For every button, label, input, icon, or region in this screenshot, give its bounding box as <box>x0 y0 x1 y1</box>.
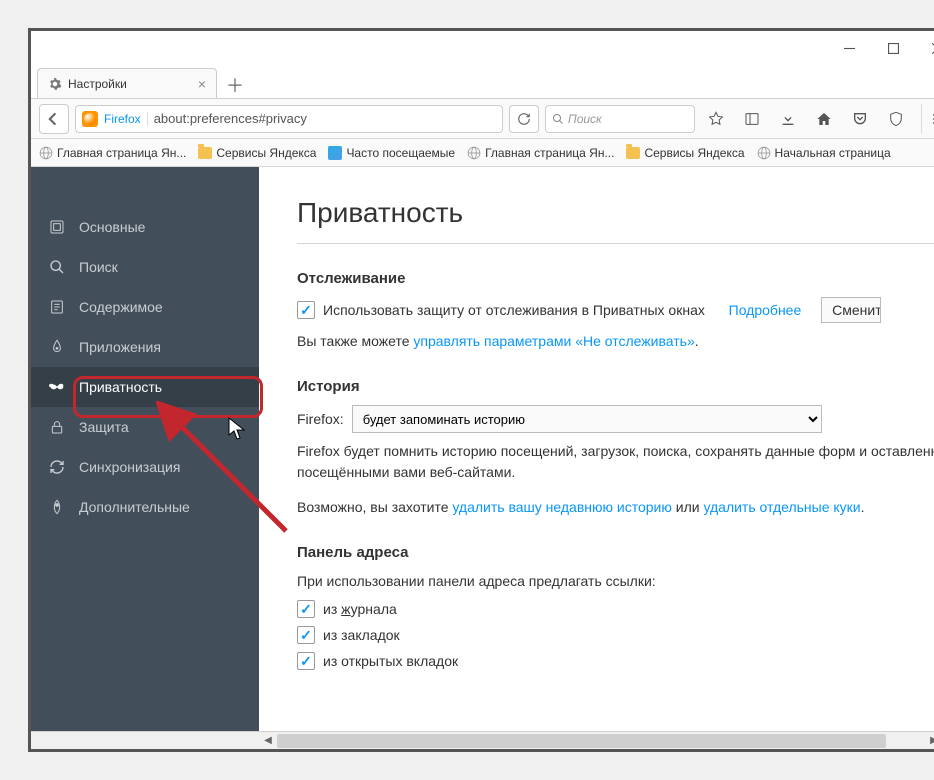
firefox-badge-icon <box>82 111 98 127</box>
history-mode-label: Firefox: <box>297 411 344 427</box>
history-section: История Firefox: будет запоминать истори… <box>297 378 934 518</box>
browser-window: Настройки × ＋ Firefox about:preferences#… <box>28 28 934 752</box>
cursor-icon <box>228 417 248 443</box>
tab-title: Настройки <box>68 77 127 91</box>
dnt-settings-link[interactable]: управлять параметрами «Не отслеживать» <box>413 333 694 349</box>
globe-icon <box>467 146 481 160</box>
nav-toolbar: Firefox about:preferences#privacy Поиск <box>31 99 934 139</box>
bookmarks-bar: Главная страница Ян... Сервисы Яндекса Ч… <box>31 139 934 167</box>
pocket-icon[interactable] <box>845 104 875 134</box>
home-icon[interactable] <box>809 104 839 134</box>
sidebar-item-general[interactable]: Основные <box>31 207 259 247</box>
sidebar-item-privacy[interactable]: Приватность <box>31 367 259 407</box>
scroll-left-icon[interactable]: ◀ <box>259 732 277 750</box>
maximize-button[interactable] <box>871 33 915 63</box>
suggest-history-checkbox[interactable]: ✓ <box>297 600 315 618</box>
scroll-right-icon[interactable]: ▶ <box>925 732 934 750</box>
clear-recent-history-link[interactable]: удалить вашу недавнюю историю <box>452 499 671 515</box>
suggest-history-label: из журнала <box>323 601 397 617</box>
menu-button[interactable] <box>921 104 934 134</box>
sidebar-item-security[interactable]: Защита <box>31 407 259 447</box>
url-bar[interactable]: Firefox about:preferences#privacy <box>75 105 503 133</box>
page-title: Приватность <box>297 197 934 244</box>
bookmark-item[interactable]: Часто посещаемые <box>328 146 455 160</box>
reload-button[interactable] <box>509 105 539 133</box>
minimize-button[interactable] <box>827 33 871 63</box>
bookmark-item[interactable]: Главная страница Ян... <box>39 146 186 160</box>
gear-icon <box>48 77 62 91</box>
content-area: Основные Поиск Содержимое Приложения При… <box>31 167 934 731</box>
bookmark-item[interactable]: Главная страница Ян... <box>467 146 614 160</box>
bookmark-item[interactable]: Начальная страница <box>757 146 891 160</box>
history-description: Firefox будет помнить историю посещений,… <box>297 441 934 483</box>
tab-close-icon[interactable]: × <box>198 76 206 92</box>
globe-icon <box>39 146 53 160</box>
horizontal-scrollbar[interactable]: ◀ ▶ <box>31 731 934 749</box>
suggest-bookmarks-checkbox[interactable]: ✓ <box>297 626 315 644</box>
sidebar-item-applications[interactable]: Приложения <box>31 327 259 367</box>
topsites-icon <box>328 146 342 160</box>
folder-icon <box>626 147 640 159</box>
preferences-sidebar: Основные Поиск Содержимое Приложения При… <box>31 167 259 731</box>
titlebar <box>31 31 934 65</box>
folder-icon <box>198 147 212 159</box>
search-box[interactable]: Поиск <box>545 105 695 133</box>
remove-cookies-link[interactable]: удалить отдельные куки <box>703 499 860 515</box>
url-text: about:preferences#privacy <box>154 111 496 126</box>
suggest-opentabs-label: из открытых вкладок <box>323 653 458 669</box>
history-heading: История <box>297 378 934 395</box>
tracking-section: Отслеживание ✓ Использовать защиту от от… <box>297 270 934 352</box>
suggest-bookmarks-label: из закладок <box>323 627 400 643</box>
tracking-protection-checkbox[interactable]: ✓ <box>297 301 315 319</box>
identity-label: Firefox <box>104 112 148 126</box>
sidebar-item-advanced[interactable]: Дополнительные <box>31 487 259 527</box>
suggest-opentabs-checkbox[interactable]: ✓ <box>297 652 315 670</box>
search-placeholder: Поиск <box>568 112 602 126</box>
back-button[interactable] <box>39 104 69 134</box>
tab-strip: Настройки × ＋ <box>31 65 934 99</box>
preferences-panel: Приватность Отслеживание ✓ Использовать … <box>259 167 934 731</box>
bookmark-item[interactable]: Сервисы Яндекса <box>198 146 316 160</box>
change-blocklist-button[interactable]: Сменить список блокировки <box>821 297 881 323</box>
downloads-icon[interactable] <box>773 104 803 134</box>
address-bar-section: Панель адреса При использовании панели а… <box>297 544 934 670</box>
sidebar-icon[interactable] <box>737 104 767 134</box>
new-tab-button[interactable]: ＋ <box>221 72 249 98</box>
tracking-protection-label: Использовать защиту от отслеживания в Пр… <box>323 302 705 318</box>
history-mode-select[interactable]: будет запоминать историю <box>352 405 822 433</box>
address-bar-description: При использовании панели адреса предлага… <box>297 571 934 592</box>
sidebar-item-sync[interactable]: Синхронизация <box>31 447 259 487</box>
tracking-heading: Отслеживание <box>297 270 934 287</box>
shield-icon[interactable] <box>881 104 911 134</box>
sidebar-item-content[interactable]: Содержимое <box>31 287 259 327</box>
tab-settings[interactable]: Настройки × <box>37 68 217 98</box>
globe-icon <box>757 146 771 160</box>
sidebar-item-search[interactable]: Поиск <box>31 247 259 287</box>
close-window-button[interactable] <box>915 33 934 63</box>
address-bar-heading: Панель адреса <box>297 544 934 561</box>
bookmark-item[interactable]: Сервисы Яндекса <box>626 146 744 160</box>
scroll-thumb[interactable] <box>277 734 886 748</box>
tracking-learn-more-link[interactable]: Подробнее <box>729 302 802 318</box>
bookmark-star-icon[interactable] <box>701 104 731 134</box>
search-icon <box>552 113 564 125</box>
